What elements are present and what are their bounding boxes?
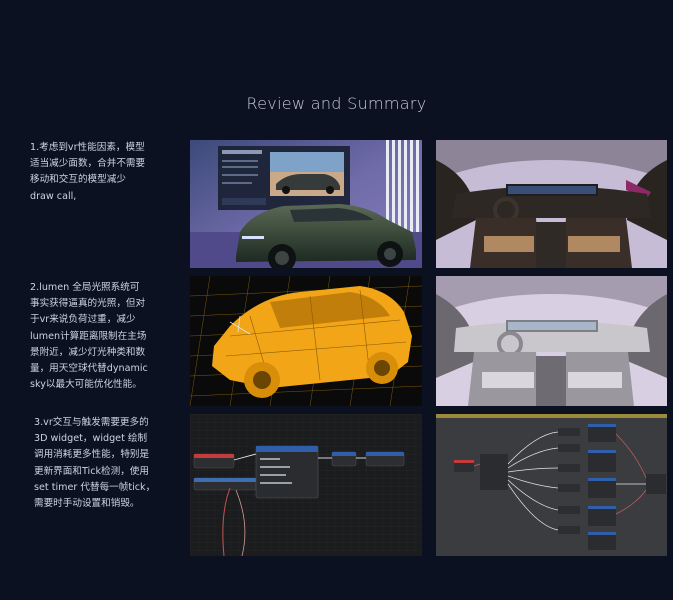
car-interior-light-render-image bbox=[436, 276, 667, 406]
note-widget-tick: 3.vr交互与触发需要更多的 3D widget，widget 绘制 调用消耗更… bbox=[34, 417, 156, 510]
car-wireframe-render-image bbox=[190, 276, 422, 406]
note-lumen-lighting: 2.lumen 全局光照系统可 事实获得逼真的光照，但对 于vr来说负荷过重，减… bbox=[30, 282, 148, 391]
page-title: Review and Summary bbox=[246, 94, 427, 113]
car-showroom-render-image bbox=[190, 140, 422, 268]
car-interior-dark-render-image bbox=[436, 140, 667, 268]
blueprint-graph-wide-image bbox=[436, 414, 667, 556]
note-draw-calls: 1.考虑到vr性能因素，模型 适当减少面数，合并不需要 移动和交互的模型减少 d… bbox=[30, 142, 146, 202]
blueprint-graph-image bbox=[190, 414, 422, 556]
